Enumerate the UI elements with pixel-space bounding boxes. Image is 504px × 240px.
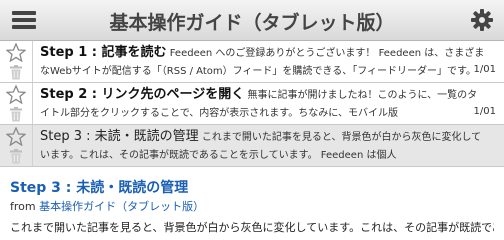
article-counter: 1/01	[469, 106, 496, 117]
article-row-step-1[interactable]: Step 1 : 記事を読む Feedeen へのご登録ありがとうございます！ …	[0, 41, 504, 83]
star-icon[interactable]	[6, 127, 26, 146]
article-row-step-2[interactable]: Step 2 : リンク先のページを開く 無事に記事が開けましたね！このように、…	[0, 83, 504, 125]
row-action-column	[0, 125, 33, 166]
article-row-text: Step 2 : リンク先のページを開く 無事に記事が開けましたね！このように、…	[40, 86, 485, 122]
detail-source-line: from 基本操作ガイド（タブレット版）	[10, 199, 494, 215]
app-header: 基本操作ガイド（タブレット版）	[0, 0, 504, 41]
star-icon[interactable]	[6, 85, 26, 104]
row-action-column	[0, 83, 33, 124]
article-list: Step 1 : 記事を読む Feedeen へのご登録ありがとうございます！ …	[0, 41, 504, 167]
article-title: Step 3 : 未読・既読の管理	[40, 129, 199, 144]
detail-body-text: これまで開いた記事を見ると、背景色が白から灰色に変化しています。これは、その記事…	[10, 221, 494, 234]
article-detail-pane: Step 3 : 未読・既読の管理 from 基本操作ガイド（タブレット版） こ…	[0, 171, 504, 240]
article-row-text: Step 3 : 未読・既読の管理 これまで開いた記事を見ると、背景色が白から灰…	[40, 128, 485, 164]
article-title: Step 2 : リンク先のページを開く	[40, 87, 245, 102]
from-label: from	[10, 200, 36, 213]
trash-icon[interactable]	[9, 65, 23, 80]
article-counter: 1/01	[469, 64, 496, 75]
article-row-text: Step 1 : 記事を読む Feedeen へのご登録ありがとうございます！ …	[40, 44, 485, 80]
detail-title-link[interactable]: Step 3 : 未読・既読の管理	[10, 179, 494, 197]
article-title: Step 1 : 記事を読む	[40, 45, 167, 60]
gear-icon[interactable]	[470, 8, 494, 32]
page-title: 基本操作ガイド（タブレット版）	[109, 12, 395, 34]
trash-icon[interactable]	[9, 149, 23, 164]
trash-icon[interactable]	[9, 107, 23, 122]
row-action-column	[0, 41, 33, 82]
star-icon[interactable]	[6, 43, 26, 62]
source-feed-link[interactable]: 基本操作ガイド（タブレット版）	[39, 200, 204, 213]
article-row-step-3[interactable]: Step 3 : 未読・既読の管理 これまで開いた記事を見ると、背景色が白から灰…	[0, 125, 504, 167]
